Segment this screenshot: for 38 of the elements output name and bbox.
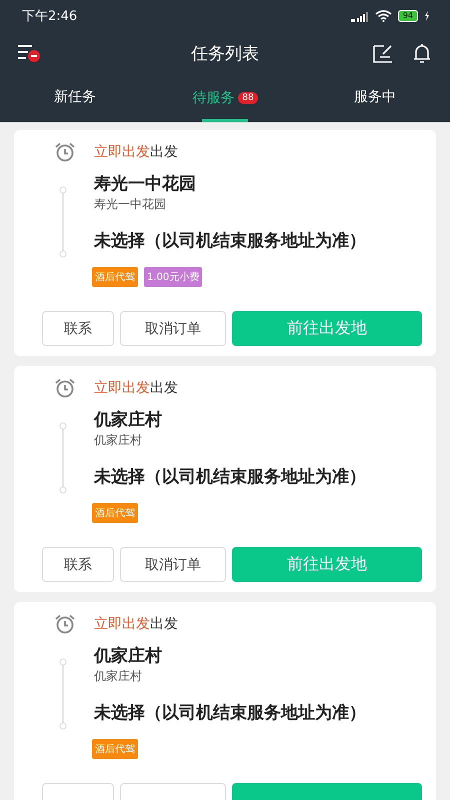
route-line-icon [58, 658, 68, 730]
order-action-button[interactable]: 联系 [42, 311, 114, 346]
departure-time: 立即出发出发 [94, 143, 178, 161]
count-badge: 88 [238, 92, 258, 104]
order-tag: 1.00元小费 [144, 267, 202, 287]
departure-time: 立即出发出发 [94, 615, 178, 633]
origin-name: 寿光一中花园 [94, 173, 197, 195]
signal-icon [350, 10, 369, 22]
origin-address: 仉家庄村 [94, 432, 143, 449]
order-tag: 酒后代驾 [92, 267, 138, 287]
destination-name: 未选择（以司机结束服务地址为准） [94, 466, 366, 488]
route-line-icon [58, 422, 68, 494]
origin-address: 寿光一中花园 [94, 196, 167, 213]
wifi-icon [374, 10, 392, 22]
order-action-button[interactable]: 取消订单 [120, 311, 226, 346]
page-title: 任务列表 [191, 42, 259, 64]
origin-address: 仉家庄村 [94, 668, 143, 685]
status-time: 下午2:46 [22, 8, 78, 25]
menu-icon[interactable] [18, 44, 42, 62]
alarm-clock-icon [54, 142, 76, 162]
departure-time: 立即出发出发 [94, 379, 178, 397]
destination-name: 未选择（以司机结束服务地址为准） [94, 230, 366, 252]
battery-indicator: 94 [398, 10, 418, 22]
order-action-button[interactable]: 取消订单 [120, 547, 226, 582]
edit-icon[interactable] [372, 43, 394, 63]
origin-name: 仉家庄村 [94, 409, 163, 431]
alarm-clock-icon [54, 614, 76, 634]
route-line-icon [58, 186, 68, 258]
tab[interactable]: 新任务 [0, 74, 150, 122]
charging-icon [424, 11, 430, 21]
tab[interactable]: 服务中 [300, 74, 450, 122]
order-action-button[interactable]: 联系 [42, 547, 114, 582]
order-tag: 酒后代驾 [92, 503, 138, 523]
alarm-clock-icon [54, 378, 76, 398]
order-tag: 酒后代驾 [92, 739, 138, 759]
origin-name: 仉家庄村 [94, 645, 163, 667]
bell-icon[interactable] [412, 42, 432, 64]
destination-name: 未选择（以司机结束服务地址为准） [94, 702, 366, 724]
